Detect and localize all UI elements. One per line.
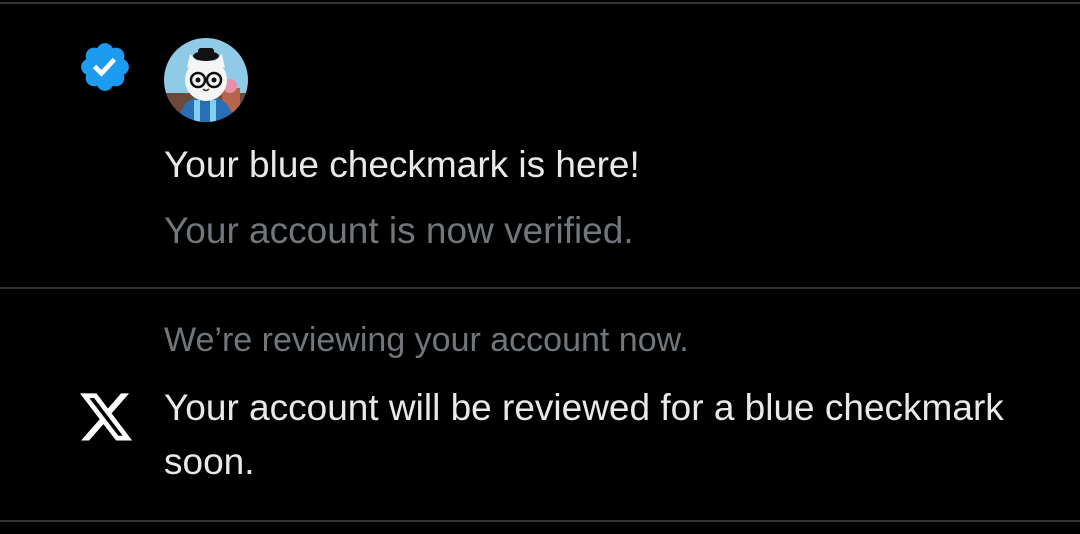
verified-badge-icon <box>77 39 133 95</box>
avatar[interactable] <box>164 38 248 122</box>
bottom-divider <box>0 520 1080 522</box>
notification-body: Your account is now verified. <box>164 210 634 251</box>
x-logo-icon <box>77 393 135 447</box>
notification-body: Your account will be reviewed for a blue… <box>164 387 1004 482</box>
notification-title: Your blue checkmark is here! <box>164 144 640 185</box>
notification-review[interactable]: We’re reviewing your account now. Your a… <box>0 289 1080 520</box>
notification-verified[interactable]: Your blue checkmark is here! Your accoun… <box>0 4 1080 287</box>
notification-context: We’re reviewing your account now. <box>164 321 689 359</box>
